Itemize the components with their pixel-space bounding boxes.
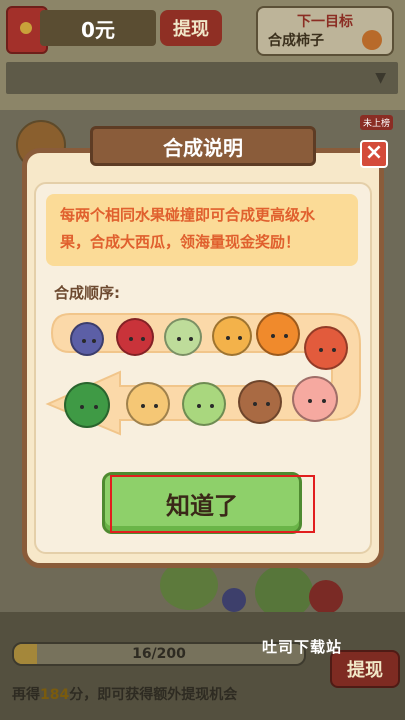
fruit-icon-3 (164, 318, 202, 356)
bottom-hint: 再得184分，即可获得额外提现机会 (12, 684, 237, 704)
highlight-box (110, 475, 315, 533)
fruit-eye (141, 403, 146, 408)
fruit-eye (129, 337, 134, 342)
fruit-eye (140, 337, 145, 342)
persimmon-icon (362, 30, 382, 50)
fruit-icon-4 (212, 316, 252, 356)
field-fruit-cherry (309, 580, 343, 614)
fruit-eye (197, 403, 202, 408)
hint-number: 184 (40, 687, 70, 703)
fruit-eye (210, 403, 215, 408)
fruit-eye (154, 403, 159, 408)
fruit-icon-7 (292, 376, 338, 422)
fruit-eye (177, 337, 182, 342)
fruit-eye (79, 404, 84, 409)
fruit-icon-1 (70, 322, 104, 356)
hint-prefix: 再得 (12, 687, 40, 703)
fruit-eye (332, 347, 337, 352)
fruit-icon-6 (304, 326, 348, 370)
fruit-eye (284, 333, 289, 338)
fruit-eye (253, 401, 258, 406)
fruit-eye (321, 398, 326, 403)
fruit-eye (307, 398, 312, 403)
fruit-eye (188, 337, 193, 342)
fruit-eye (319, 347, 324, 352)
merge-order-track (40, 300, 370, 440)
field-fruit-melon-2 (255, 565, 313, 619)
fruit-icon-11 (64, 382, 110, 428)
modal-title: 合成说明 (90, 126, 316, 166)
next-target-card: 下一目标 合成柿子 (256, 6, 394, 56)
watermark: 吐司下载站 (262, 638, 343, 656)
next-target-name: 合成柿子 (268, 33, 324, 49)
drop-line-bar: ▼ (6, 62, 398, 94)
rank-badge: 未上榜 (360, 115, 394, 130)
hint-suffix: 分，即可获得额外提现机会 (69, 687, 238, 703)
fruit-icon-2 (116, 318, 154, 356)
fruit-icon-10 (126, 382, 170, 426)
close-button[interactable]: × (360, 140, 388, 168)
fruit-eye (82, 339, 87, 344)
next-target-title: 下一目标 (297, 14, 353, 30)
fruit-eye (238, 336, 242, 340)
money-display: 0元 (40, 10, 156, 46)
fruit-eye (92, 339, 97, 344)
fruit-icon-9 (182, 382, 226, 426)
fruit-icon-5 (256, 312, 300, 356)
field-fruit-grape (222, 588, 246, 612)
chevron-down-icon: ▼ (375, 70, 386, 86)
fruit-eye (266, 401, 271, 406)
fruit-eye (226, 336, 230, 340)
fruit-eye (93, 404, 98, 409)
fruit-eye (271, 333, 276, 338)
fruit-icon-8 (238, 380, 282, 424)
merge-description: 每两个相同水果碰撞即可合成更高级水果，合成大西瓜，领海量现金奖励！ (46, 194, 358, 266)
top-withdraw-button[interactable]: 提现 (160, 10, 222, 46)
